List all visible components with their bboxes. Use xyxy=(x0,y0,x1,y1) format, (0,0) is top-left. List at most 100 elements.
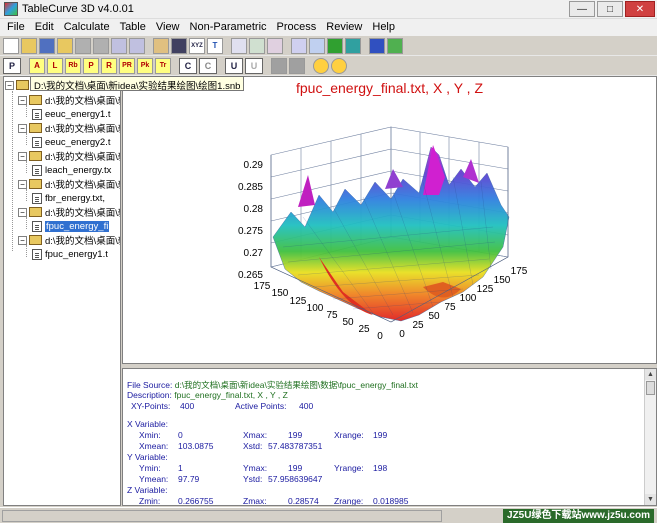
grid-gray-icon[interactable] xyxy=(271,57,287,74)
xrange-value: 199 xyxy=(373,430,388,440)
export-icon[interactable] xyxy=(75,37,91,54)
menu-calculate[interactable]: Calculate xyxy=(59,19,115,36)
collapse-icon[interactable]: − xyxy=(18,151,27,161)
paste-icon[interactable] xyxy=(129,37,145,54)
new-file-icon[interactable] xyxy=(3,37,19,54)
menu-table[interactable]: Table xyxy=(115,19,151,36)
tree-file-2[interactable]: eeuc_energy2.t xyxy=(32,135,111,149)
folder-icon xyxy=(16,80,29,90)
rb-button[interactable]: Rb xyxy=(65,57,81,74)
ymean-value: 97.79 xyxy=(178,474,200,484)
print-icon[interactable] xyxy=(93,37,109,54)
data-file-icon xyxy=(32,164,42,176)
menu-edit[interactable]: Edit xyxy=(30,19,59,36)
refresh-icon[interactable] xyxy=(331,57,347,74)
tree-file-6[interactable]: fpuc_energy1.t xyxy=(32,247,108,261)
fit-icon[interactable] xyxy=(249,37,265,54)
equation-toolbar: P A L Rb P R PR Pk Tr C C U U xyxy=(0,56,657,76)
tree-file-1[interactable]: eeuc_energy1.t xyxy=(32,107,111,121)
scroll-up-icon[interactable]: ▲ xyxy=(645,369,656,380)
tree-root[interactable]: − xyxy=(5,78,32,92)
x-tick-label: 125 xyxy=(290,296,307,307)
menu-file[interactable]: File xyxy=(2,19,30,36)
scroll-down-icon[interactable]: ▼ xyxy=(645,494,656,505)
scale-icon[interactable] xyxy=(291,37,307,54)
watermark: JZ5U绿色下载站www.jz5u.com xyxy=(503,509,654,523)
collapse-icon[interactable]: − xyxy=(5,80,14,90)
ymin-value: 1 xyxy=(178,463,183,473)
r-button[interactable]: R xyxy=(101,57,117,74)
collapse-icon[interactable]: − xyxy=(18,207,27,217)
pk-button[interactable]: Pk xyxy=(137,57,153,74)
tree-folder-3[interactable]: − d:\我的文档\桌面\新 xyxy=(18,149,120,163)
menu-help[interactable]: Help xyxy=(367,19,400,36)
copy-icon[interactable] xyxy=(111,37,127,54)
pr-button[interactable]: PR xyxy=(119,57,135,74)
tree-folder-5[interactable]: − d:\我的文档\桌面\新 xyxy=(18,205,120,219)
surface-icon[interactable] xyxy=(387,37,403,54)
folder-icon xyxy=(29,95,42,105)
table-cyan-icon[interactable] xyxy=(345,37,361,54)
xyz-button[interactable]: XYZ xyxy=(189,37,205,54)
tr-button[interactable]: Tr xyxy=(155,57,171,74)
text-tool-button[interactable]: T xyxy=(207,37,223,54)
minimize-button[interactable]: — xyxy=(569,1,595,17)
grid-plus-icon[interactable] xyxy=(231,37,247,54)
l-button[interactable]: L xyxy=(47,57,63,74)
open-folder-icon[interactable] xyxy=(21,37,37,54)
u2-button[interactable]: U xyxy=(245,57,263,74)
file-tree: − − d:\我的文档\桌面\新 eeuc_energy1.t − d:\我的文… xyxy=(3,76,121,506)
clipboard-icon[interactable] xyxy=(153,37,169,54)
folder-icon xyxy=(29,235,42,245)
tree-file-3[interactable]: leach_energy.tx xyxy=(32,163,111,177)
tree-folder-6[interactable]: − d:\我的文档\桌面\新 xyxy=(18,233,120,247)
table-green-icon[interactable] xyxy=(327,37,343,54)
data-file-icon xyxy=(32,220,42,232)
collapse-icon[interactable]: − xyxy=(18,179,27,189)
menu-non-parametric[interactable]: Non-Parametric xyxy=(185,19,272,36)
collapse-icon[interactable]: − xyxy=(18,235,27,245)
x-tick-label: 50 xyxy=(342,317,354,328)
menu-view[interactable]: View xyxy=(151,19,185,36)
tree-file-4[interactable]: fbr_energy.txt, xyxy=(32,191,105,205)
tree-file-5-selected[interactable]: fpuc_energy_fi xyxy=(32,219,110,233)
p2-button[interactable]: P xyxy=(83,57,99,74)
scroll-thumb[interactable] xyxy=(646,381,655,395)
info-scrollbar[interactable]: ▲ ▼ xyxy=(644,369,656,505)
collapse-icon[interactable]: − xyxy=(18,95,27,105)
collapse-icon[interactable]: − xyxy=(18,123,27,133)
plot-area[interactable]: fpuc_energy_final.txt, X , Y , Z 0.29 0.… xyxy=(122,76,657,364)
folder-icon xyxy=(29,123,42,133)
data-summary-pane: File Source: d:\我的文档\桌面\新idea\实验结果绘图\数据\… xyxy=(122,368,657,506)
tree-folder-1[interactable]: − d:\我的文档\桌面\新 xyxy=(18,93,120,107)
main-toolbar: XYZ T xyxy=(0,36,657,56)
u-button[interactable]: U xyxy=(225,57,243,74)
surface-plot[interactable]: 0.29 0.285 0.28 0.275 0.27 0.265 175 150… xyxy=(123,77,656,363)
graph-icon[interactable] xyxy=(369,37,385,54)
close-button[interactable]: ✕ xyxy=(625,1,655,17)
zoom-icon[interactable] xyxy=(309,37,325,54)
save-icon[interactable] xyxy=(39,37,55,54)
menu-review[interactable]: Review xyxy=(321,19,367,36)
rotate-icon[interactable] xyxy=(267,37,283,54)
zmin-value: 0.266755 xyxy=(178,496,214,506)
tree-folder-2[interactable]: − d:\我的文档\桌面\新 xyxy=(18,121,120,135)
a-button[interactable]: A xyxy=(29,57,45,74)
link-icon[interactable] xyxy=(313,57,329,74)
app-icon xyxy=(4,2,18,16)
c2-button[interactable]: C xyxy=(199,57,217,74)
ymax-value: 199 xyxy=(288,463,303,473)
file-source-path: d:\我的文档\桌面\新idea\实验结果绘图\数据\fpuc_energy_f… xyxy=(174,380,419,390)
grid-gray2-icon[interactable] xyxy=(289,57,305,74)
x-tick-label: 150 xyxy=(272,288,289,299)
c-button[interactable]: C xyxy=(179,57,197,74)
disk-icon[interactable] xyxy=(171,37,187,54)
yrange-value: 198 xyxy=(373,463,388,473)
menu-process[interactable]: Process xyxy=(272,19,322,36)
p-button[interactable]: P xyxy=(3,57,21,74)
maximize-button[interactable]: □ xyxy=(597,1,623,17)
import-icon[interactable] xyxy=(57,37,73,54)
xmax-value: 199 xyxy=(288,430,303,440)
z-tick-label: 0.265 xyxy=(238,270,263,281)
tree-folder-4[interactable]: − d:\我的文档\桌面\新 xyxy=(18,177,120,191)
